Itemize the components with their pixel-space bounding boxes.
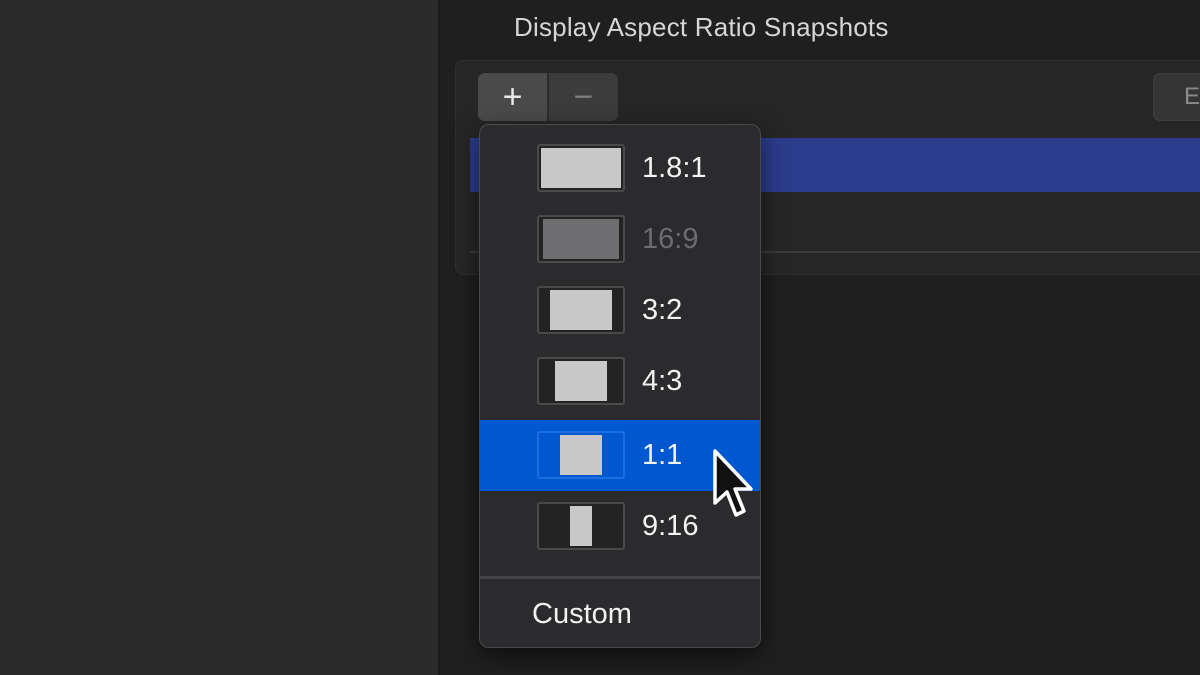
menu-item-label: 3:2 xyxy=(642,294,683,326)
menu-item-custom-label: Custom xyxy=(532,598,632,630)
add-snapshot-button[interactable]: + xyxy=(478,73,549,121)
app-window: Display Aspect Ratio Snapshots + − E 9 1… xyxy=(0,0,1200,675)
edit-button[interactable]: E xyxy=(1153,73,1200,121)
section-title: Display Aspect Ratio Snapshots xyxy=(514,12,889,42)
menu-item-label: 4:3 xyxy=(642,365,683,397)
ratio-preview-rect xyxy=(555,361,607,401)
ratio-preview-rect xyxy=(543,219,619,259)
aspect-ratio-thumbnail-icon xyxy=(537,215,625,263)
menu-item-label: 1:1 xyxy=(642,439,683,471)
left-sidebar-pane xyxy=(0,0,440,675)
menu-item-label: 9:16 xyxy=(642,510,699,542)
menu-separator xyxy=(480,576,760,579)
add-remove-segmented-control: + − xyxy=(478,73,618,121)
aspect-ratio-thumbnail-icon xyxy=(537,502,625,550)
aspect-ratio-thumbnail-icon xyxy=(537,357,625,405)
menu-item-aspect-ratio[interactable]: 1.8:1 xyxy=(480,133,760,204)
menu-item-aspect-ratio[interactable]: 4:3 xyxy=(480,346,760,417)
menu-item-aspect-ratio[interactable]: 1:1 xyxy=(480,420,760,491)
aspect-ratio-thumbnail-icon xyxy=(537,286,625,334)
aspect-ratio-popup-menu: 1.8:1 16:9 3:2 4:3 1:1 9:16 Custom xyxy=(479,124,761,648)
ratio-preview-rect xyxy=(570,506,592,546)
menu-item-label: 16:9 xyxy=(642,223,699,255)
menu-item-label: 1.8:1 xyxy=(642,152,707,184)
menu-item-aspect-ratio[interactable]: 3:2 xyxy=(480,275,760,346)
ratio-preview-rect xyxy=(560,435,602,475)
ratio-preview-rect xyxy=(550,290,612,330)
aspect-ratio-thumbnail-icon xyxy=(537,431,625,479)
menu-item-aspect-ratio[interactable]: 9:16 xyxy=(480,491,760,562)
remove-snapshot-button[interactable]: − xyxy=(549,73,618,121)
ratio-preview-rect xyxy=(541,148,621,188)
menu-item-custom[interactable]: Custom xyxy=(480,581,760,647)
aspect-ratio-thumbnail-icon xyxy=(537,144,625,192)
menu-item-aspect-ratio[interactable]: 16:9 xyxy=(480,204,760,275)
